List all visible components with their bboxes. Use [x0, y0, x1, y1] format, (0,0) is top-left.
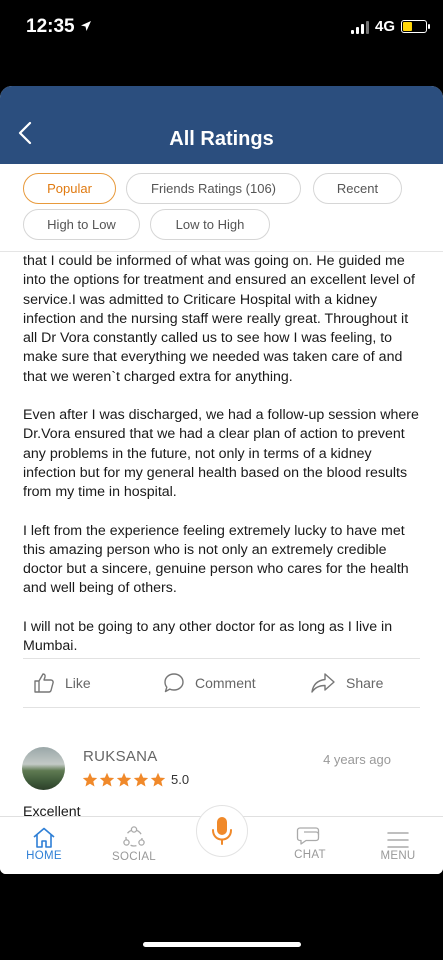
star-rating — [82, 772, 166, 788]
app-frame: All Ratings Popular Friends Ratings (106… — [0, 86, 443, 874]
star-icon — [116, 772, 132, 787]
review-timestamp: 4 years ago — [323, 752, 391, 767]
review-paragraph: that I could be informed of what was goi… — [23, 253, 415, 385]
signal-icon — [350, 20, 369, 34]
battery-icon — [401, 20, 430, 33]
home-indicator[interactable] — [143, 942, 301, 947]
thumbs-up-icon — [34, 673, 54, 693]
review-actions: Like Comment Share — [23, 658, 420, 708]
social-icon — [123, 826, 145, 847]
filter-chip-recent[interactable]: Recent — [313, 173, 402, 204]
like-button[interactable]: Like — [33, 659, 91, 707]
tab-social[interactable]: SOCIAL — [94, 817, 174, 874]
tab-chat-label: CHAT — [294, 849, 326, 861]
comment-icon — [164, 673, 184, 693]
star-icon — [133, 772, 149, 787]
filter-chip-high-to-low[interactable]: High to Low — [23, 209, 140, 240]
comment-label: Comment — [195, 675, 256, 691]
tab-chat[interactable]: CHAT — [270, 817, 350, 874]
tab-home-label: HOME — [26, 850, 62, 862]
tab-home[interactable]: HOME — [4, 817, 84, 874]
chat-icon — [296, 827, 320, 845]
star-icon — [82, 772, 98, 787]
tab-menu[interactable]: MENU — [358, 817, 438, 874]
share-button[interactable]: Share — [310, 659, 383, 707]
filter-bar: Popular Friends Ratings (106) Recent Hig… — [0, 164, 443, 252]
network-type: 4G — [374, 18, 395, 35]
location-arrow-icon — [81, 21, 91, 31]
microphone-icon — [212, 817, 232, 845]
filter-chip-low-to-high[interactable]: Low to High — [150, 209, 270, 240]
filter-chip-friends-ratings[interactable]: Friends Ratings (106) — [126, 173, 301, 204]
star-icon — [150, 772, 166, 787]
page-title: All Ratings — [169, 128, 274, 150]
filter-chip-popular[interactable]: Popular — [23, 173, 116, 204]
ratings-list[interactable]: that I could be informed of what was goi… — [0, 252, 443, 816]
review-text: Excellent — [23, 804, 81, 816]
share-icon — [311, 673, 335, 693]
hamburger-menu-icon — [387, 832, 409, 848]
star-icon — [99, 772, 115, 787]
status-time: 12:35 — [26, 16, 75, 37]
share-label: Share — [346, 675, 384, 691]
reviewer-name[interactable]: RUKSANA — [83, 748, 158, 765]
tab-social-label: SOCIAL — [112, 851, 156, 863]
review-body: that I could be informed of what was goi… — [23, 252, 423, 675]
home-icon — [33, 827, 55, 848]
tab-menu-label: MENU — [380, 850, 416, 862]
header: All Ratings — [0, 86, 443, 164]
review-paragraph: I left from the experience feeling extre… — [23, 522, 409, 597]
status-bar: 12:35 4G — [0, 0, 443, 56]
like-label: Like — [65, 675, 91, 691]
status-indicators: 4G — [350, 18, 430, 35]
comment-button[interactable]: Comment — [163, 659, 256, 707]
review-paragraph: Even after I was discharged, we had a fo… — [23, 407, 419, 501]
voice-search-button[interactable] — [196, 805, 248, 857]
review-paragraph: I will not be going to any other doctor … — [23, 618, 393, 655]
bottom-tab-bar: HOME SOCIAL CHAT MENU — [0, 805, 443, 874]
rating-value: 5.0 — [171, 772, 190, 787]
avatar[interactable] — [22, 747, 65, 790]
